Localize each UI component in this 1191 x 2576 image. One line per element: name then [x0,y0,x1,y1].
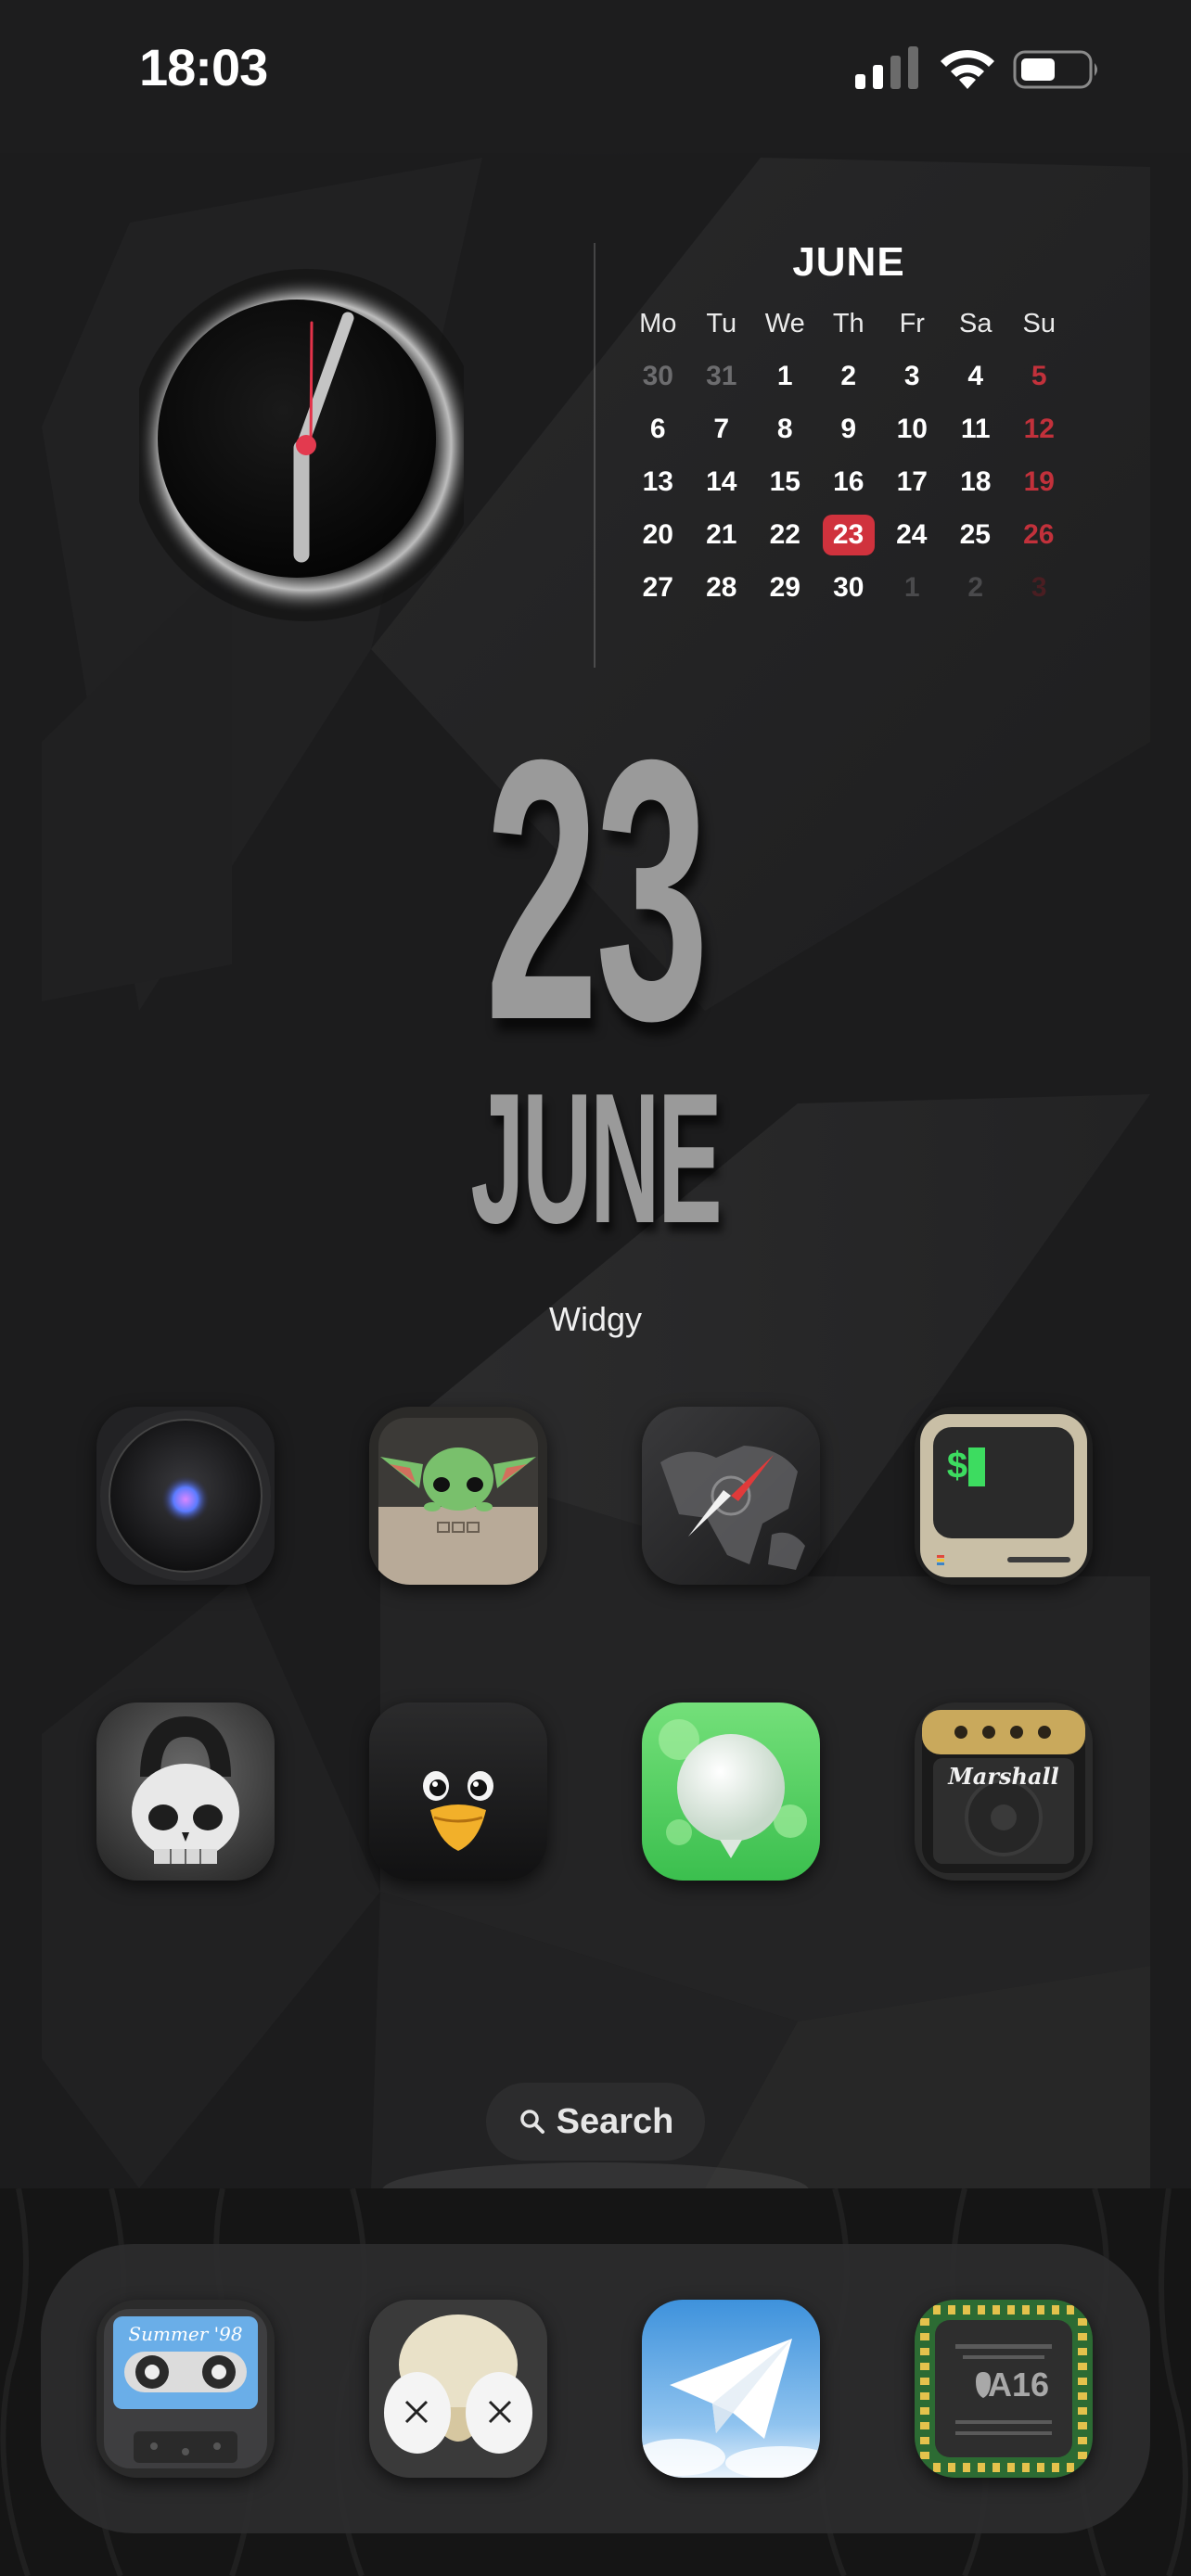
calendar-day: 25 [959,518,991,550]
calendar-day: 21 [706,518,737,550]
calendar-day: 10 [896,413,928,444]
a16-chip-icon[interactable]: A16 [915,2300,1093,2478]
calendar-month: JUNE [792,239,905,285]
telegram-icon[interactable] [642,2300,820,2478]
search-label: Search [556,2101,674,2141]
weekday-label: Su [1022,308,1056,338]
calendar-day: 29 [769,571,800,603]
calendar-day: 22 [769,518,800,550]
calendar-day: 19 [1023,465,1055,497]
calendar-week-row: 30 31 1 2 3 4 5 [626,350,1071,402]
calendar-day: 11 [960,413,991,444]
calendar-week-row: 27 28 29 30 1 2 3 [626,561,1071,614]
cassette-label: Summer '98 [128,2323,242,2345]
weekday-label: Fr [899,308,925,338]
marshall-amp-icon[interactable]: Marshall [915,1702,1093,1881]
calendar-day: 2 [967,571,984,603]
chip-brand-label: A16 [988,2366,1049,2404]
search-icon [519,2110,544,2134]
calendar-day: 1 [776,360,793,391]
calendar-day: 16 [833,465,864,497]
weekday-label: Sa [959,308,992,338]
wifi-icon [941,49,994,89]
calendar-week-row: 13 14 15 16 17 18 19 [626,455,1071,508]
svg-text:$: $ [946,1447,968,1489]
calendar-day: 27 [642,571,673,603]
calendar-day: 3 [903,360,920,391]
calendar-day: 17 [896,465,928,497]
calendar-day: 28 [706,571,737,603]
calendar-day: 2 [840,360,857,391]
calendar-day: 4 [967,360,984,391]
big-date-month[interactable]: JUNE [286,1066,905,1252]
kaws-icon[interactable] [369,2300,547,2478]
search-button[interactable]: Search [486,2083,705,2161]
cassette-icon[interactable]: Summer '98 [96,2300,275,2478]
calendar-week-row: 6 7 8 9 10 11 12 [626,402,1071,455]
calendar-day: 26 [1023,518,1055,550]
weekday-label: Th [832,308,864,338]
siri-speaker-icon[interactable] [96,1407,275,1585]
weekday-label: We [764,308,805,338]
terminal-computer-icon[interactable]: $ [915,1407,1093,1585]
calendar-day: 30 [642,360,673,391]
battery-icon [1013,50,1097,89]
calendar-day: 9 [840,413,857,444]
kettlebell-skull-icon[interactable] [96,1702,275,1881]
calendar-widget[interactable]: JUNE Mo Tu We Th Fr Sa Su 30 31 1 2 3 4 … [626,239,1071,614]
calendar-day: 8 [776,413,793,444]
calendar-day: 5 [1031,360,1047,391]
calendar-divider [594,243,596,668]
calendar-day: 13 [642,465,673,497]
status-time: 18:03 [139,38,268,96]
calendar-day: 18 [960,465,992,497]
bubble-app-icon[interactable] [642,1702,820,1881]
widget-label: Widgy [548,1300,643,1338]
calendar-day: 6 [649,413,666,444]
calendar-day: 1 [903,571,920,603]
big-date-day[interactable]: 23 [268,705,923,1076]
status-bar: 18:03 [0,0,1191,153]
weekday-label: Mo [639,308,677,338]
calendar-day: 20 [642,518,673,550]
weekday-label: Tu [706,308,737,338]
calendar-day: 3 [1031,571,1047,603]
compass-globe-icon[interactable] [642,1407,820,1585]
calendar-day: 24 [896,518,928,550]
penguin-icon[interactable] [369,1702,547,1881]
calendar-day: 12 [1023,413,1055,444]
calendar-week-row: 20 21 22 23 24 25 26 [626,508,1071,561]
baby-yoda-icon[interactable] [369,1407,547,1585]
calendar-weekday-row: Mo Tu We Th Fr Sa Su [626,297,1071,350]
calendar-day: 14 [706,465,737,497]
calendar-day: 31 [706,360,737,391]
home-screen: 18:03 JUNE Mo Tu We Th Fr Sa Su 30 31 1 … [0,0,1191,2576]
calendar-day: 30 [833,571,864,603]
analog-clock-widget[interactable] [139,249,464,638]
cellular-signal-icon [855,46,918,89]
amp-brand-label: Marshall [947,1763,1059,1790]
calendar-day: 15 [769,465,800,497]
calendar-day-today: 23 [822,514,875,555]
calendar-day: 7 [713,413,730,444]
